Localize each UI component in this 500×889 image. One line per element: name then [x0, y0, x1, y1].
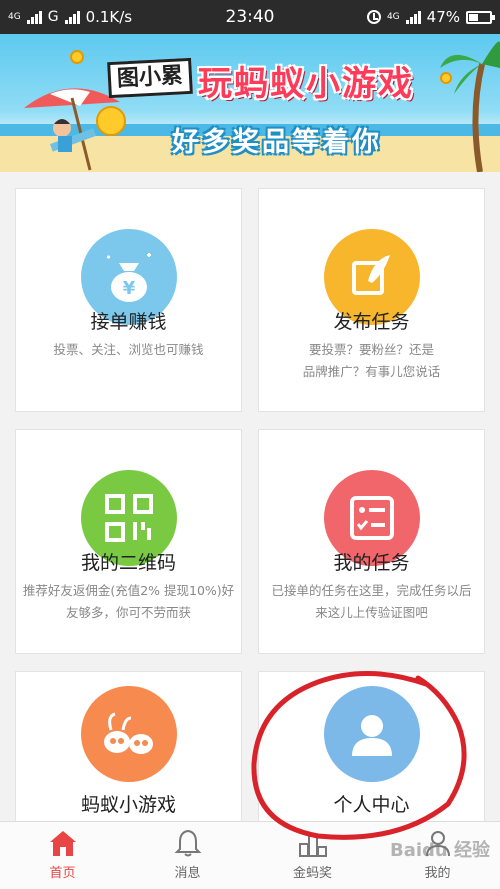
card-title: 蚂蚁小游戏 — [80, 794, 176, 816]
network-speed: 0.1K/s — [85, 8, 133, 26]
tab-label: 我的 — [424, 866, 451, 881]
svg-text:¥: ¥ — [122, 278, 135, 299]
battery-percent: 47% — [426, 8, 460, 26]
banner-heading: 图小累 玩蚂蚁小游戏 — [107, 56, 438, 104]
card-my-tasks[interactable]: 我的任务 已接单的任务在这里，完成任务以后 来这儿上传验证图吧 — [258, 429, 485, 654]
card-title: 我的二维码 — [80, 552, 176, 574]
tab-home[interactable]: 首页 — [0, 822, 125, 889]
card-title: 我的任务 — [333, 552, 410, 574]
card-description: 推荐好友返佣金(充值2% 提现10%)好 友够多，你可不劳而获 — [22, 583, 235, 620]
screen: 4G G 0.1K/s 23:40 4G 47% 图小累 玩蚂蚁小游戏 好多奖品… — [0, 0, 500, 889]
card-title: 接单赚钱 — [90, 311, 167, 333]
signal-icon — [26, 10, 42, 24]
card-title: 发布任务 — [333, 311, 410, 333]
card-my-qr-code[interactable]: 我的二维码 推荐好友返佣金(充值2% 提现10%)好 友够多，你可不劳而获 — [15, 429, 242, 654]
card-description: 投票、关注、浏览也可赚钱 — [53, 342, 204, 357]
battery-icon — [466, 10, 495, 24]
promo-banner[interactable]: 图小累 玩蚂蚁小游戏 好多奖品等着你 — [0, 34, 500, 172]
signal-icon-2 — [64, 10, 80, 24]
tab-label: 首页 — [49, 866, 76, 881]
network-type-1: 4G — [8, 12, 21, 22]
red-circle-annotation — [251, 670, 467, 840]
banner-logo: 图小累 — [107, 57, 193, 99]
gold-coin-icon — [70, 50, 84, 64]
card-ant-game[interactable]: 蚂蚁小游戏 — [15, 671, 242, 831]
tab-messages[interactable]: 消息 — [125, 822, 250, 889]
card-description: 要投票？要粉丝？还是 品牌推广？有事儿您说话 — [302, 342, 441, 379]
ant-game-icon — [80, 686, 177, 782]
status-bar: 4G G 0.1K/s 23:40 4G 47% — [0, 0, 500, 34]
gold-coin-icon — [96, 106, 126, 136]
tab-label: 消息 — [174, 866, 201, 881]
home-icon — [49, 831, 76, 856]
baidu-watermark: Baidu 经验 — [389, 840, 490, 861]
alarm-icon — [366, 10, 381, 24]
banner-title: 玩蚂蚁小游戏 — [198, 64, 414, 104]
signal-icon-3 — [405, 10, 421, 24]
bell-icon — [174, 829, 201, 857]
card-take-orders[interactable]: ¥ 接单赚钱 投票、关注、浏览也可赚钱 — [15, 188, 242, 412]
card-description: 已接单的任务在这里，完成任务以后 来这儿上传验证图吧 — [271, 583, 472, 620]
network-type-3: 4G — [386, 12, 400, 22]
palm-tree-icon — [440, 41, 500, 172]
tab-label: 金蚂奖 — [292, 866, 332, 881]
banner-subtitle: 好多奖品等着你 — [172, 127, 382, 158]
card-publish-task[interactable]: 发布任务 要投票？要粉丝？还是 品牌推广？有事儿您说话 — [258, 188, 485, 412]
network-type-2: G — [47, 9, 59, 25]
